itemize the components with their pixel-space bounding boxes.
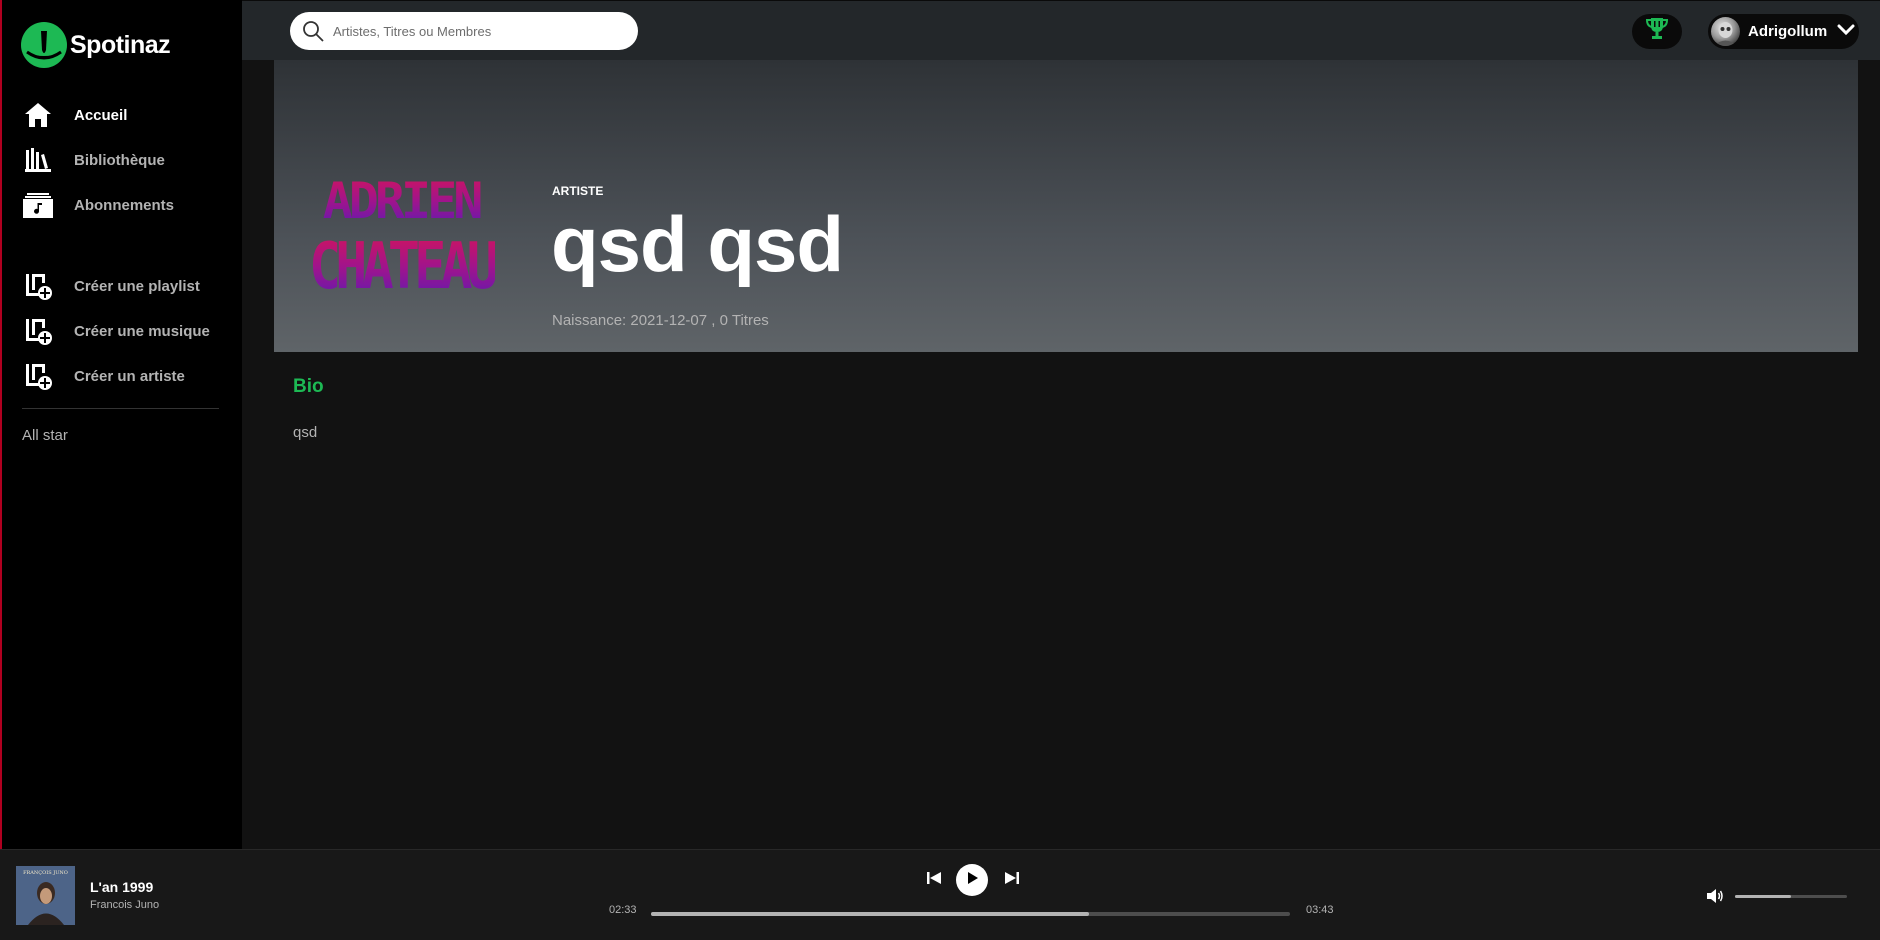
- add-music-icon: [22, 316, 54, 346]
- sidebar-playlist-item[interactable]: All star: [22, 427, 68, 444]
- sidebar-item-label: Créer une playlist: [74, 277, 200, 295]
- app-name: Spotinaz: [70, 30, 171, 59]
- user-menu-button[interactable]: Adrigollum: [1708, 14, 1859, 49]
- app-logo[interactable]: Spotinaz: [21, 22, 171, 68]
- volume-slider[interactable]: [1735, 895, 1847, 898]
- sidebar-item-create-playlist[interactable]: Créer une playlist: [22, 271, 222, 301]
- previous-button[interactable]: [923, 870, 945, 890]
- volume-fill: [1735, 895, 1791, 898]
- progress-bar[interactable]: [651, 912, 1290, 916]
- sidebar-item-label: Créer un artiste: [74, 367, 185, 385]
- artist-image: ADRIEN CHATEAU: [307, 160, 504, 304]
- artist-image-line2: CHATEAU: [309, 230, 495, 302]
- add-playlist-icon: [22, 271, 54, 301]
- create-nav: Créer une playlist Créer une musique Cré…: [22, 271, 222, 406]
- artist-meta: Naissance: 2021-12-07 , 0 Titres: [552, 312, 769, 329]
- sidebar-item-label: Bibliothèque: [74, 151, 165, 169]
- sidebar-item-subscriptions[interactable]: Abonnements: [22, 190, 222, 220]
- library-icon: [22, 145, 54, 175]
- sidebar-divider: [22, 408, 219, 409]
- entity-type-label: ARTISTE: [552, 184, 604, 198]
- skip-next-icon: [1004, 870, 1020, 891]
- chevron-down-icon: [1837, 23, 1855, 41]
- top-bar: Adrigollum: [242, 0, 1880, 60]
- player-bar: FRANÇOIS JUNO L'an 1999 Francois Juno 02…: [0, 849, 1880, 940]
- search-input[interactable]: [333, 23, 623, 39]
- bio-text: qsd: [293, 424, 318, 441]
- skip-previous-icon: [926, 870, 942, 891]
- home-icon: [22, 100, 54, 130]
- subscriptions-icon: [22, 190, 54, 220]
- play-button[interactable]: [956, 864, 988, 896]
- trophy-icon: [1645, 17, 1669, 46]
- search-box[interactable]: [290, 12, 638, 50]
- current-time: 02:33: [609, 904, 637, 916]
- track-cover[interactable]: FRANÇOIS JUNO: [16, 866, 75, 925]
- app-window: Spotinaz Accueil Bibliothèque Abonnement…: [0, 0, 1880, 940]
- track-cover-text: FRANÇOIS JUNO: [23, 870, 68, 876]
- user-name: Adrigollum: [1748, 23, 1828, 40]
- sidebar: Spotinaz Accueil Bibliothèque Abonnement…: [0, 0, 242, 849]
- play-icon: [965, 871, 979, 890]
- sidebar-item-label: Créer une musique: [74, 322, 210, 340]
- avatar: [1711, 17, 1740, 46]
- logo-icon: [21, 22, 67, 68]
- search-icon: [301, 19, 325, 43]
- main-nav: Accueil Bibliothèque Abonnements: [22, 100, 222, 235]
- track-title[interactable]: L'an 1999: [90, 879, 153, 895]
- sidebar-item-label: Accueil: [74, 106, 128, 124]
- trophy-button[interactable]: [1632, 14, 1682, 49]
- progress-fill: [651, 912, 1090, 916]
- add-artist-icon: [22, 361, 54, 391]
- sidebar-item-label: Abonnements: [74, 196, 175, 214]
- artist-header: ADRIEN CHATEAU ARTISTE qsd qsd Naissance…: [274, 60, 1858, 352]
- artist-name: qsd qsd: [551, 200, 844, 288]
- track-artist[interactable]: Francois Juno: [90, 899, 159, 911]
- sidebar-item-home[interactable]: Accueil: [22, 100, 222, 130]
- bio-title: Bio: [293, 376, 324, 397]
- artist-image-line1: ADRIEN: [323, 172, 482, 230]
- sidebar-item-library[interactable]: Bibliothèque: [22, 145, 222, 175]
- next-button[interactable]: [1001, 870, 1023, 890]
- total-time: 03:43: [1306, 904, 1334, 916]
- sidebar-item-create-artist[interactable]: Créer un artiste: [22, 361, 222, 391]
- volume-icon[interactable]: [1706, 888, 1724, 904]
- sidebar-item-create-music[interactable]: Créer une musique: [22, 316, 222, 346]
